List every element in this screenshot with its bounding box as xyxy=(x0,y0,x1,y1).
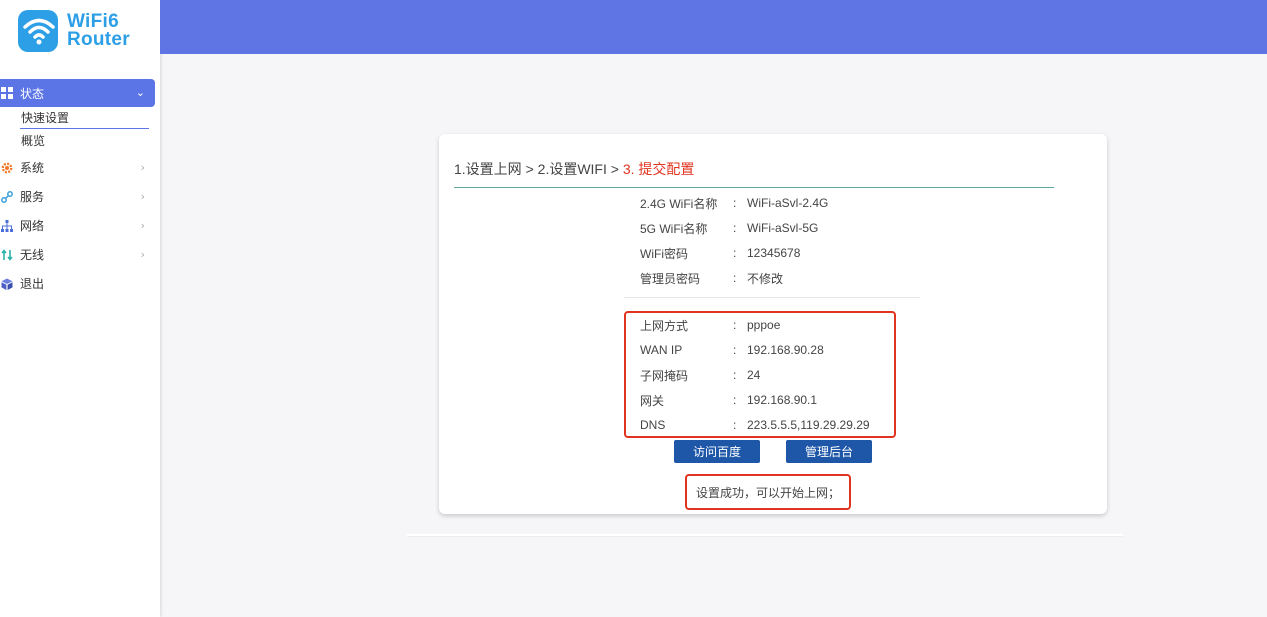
info-label: 2.4G WiFi名称 xyxy=(640,196,718,211)
sidebar: WiFi6 Router 状态 ⌄ 快速设置 概览 系统 › 服务 › 网络 ›… xyxy=(0,0,160,617)
info-separator: : xyxy=(733,418,737,432)
info-separator: : xyxy=(733,246,737,260)
info-value: 不修改 xyxy=(747,271,784,286)
info-row-subnet-mask: 子网掩码:24 xyxy=(640,365,760,385)
sidebar-item-label: 退出 xyxy=(20,277,45,291)
info-separator: : xyxy=(733,196,737,210)
gear-icon xyxy=(1,162,13,174)
step-3-current: 3. 提交配置 xyxy=(622,161,695,177)
step-1: 1.设置上网 xyxy=(454,161,522,177)
sidebar-item-label: 无线 xyxy=(20,248,45,262)
info-value: WiFi-aSvl-5G xyxy=(747,221,819,235)
sidebar-item-label: 服务 xyxy=(20,190,45,204)
dashboard-icon xyxy=(1,87,13,99)
info-row-wan-ip: WAN IP:192.168.90.28 xyxy=(640,340,824,360)
info-value: 192.168.90.28 xyxy=(747,343,824,357)
cube-icon xyxy=(1,278,13,290)
step-separator: > xyxy=(606,161,623,177)
info-row-gateway: 网关:192.168.90.1 xyxy=(640,390,817,410)
info-label: DNS xyxy=(640,418,666,432)
brand-text: WiFi6 Router xyxy=(66,12,130,50)
info-row-24g-ssid: 2.4G WiFi名称: WiFi-aSvl-2.4G xyxy=(640,193,828,213)
info-separator: : xyxy=(733,221,737,235)
info-row-5g-ssid: 5G WiFi名称: WiFi-aSvl-5G xyxy=(640,218,818,238)
visit-baidu-button[interactable]: 访问百度 xyxy=(674,440,760,463)
info-label: 5G WiFi名称 xyxy=(640,221,708,236)
content-bottom-divider xyxy=(407,534,1123,536)
sidebar-item-label: 网络 xyxy=(20,219,45,233)
info-separator: : xyxy=(733,318,737,332)
sidebar-item-service[interactable]: 服务 › xyxy=(0,182,155,211)
wifi-logo-icon xyxy=(18,10,58,52)
chevron-down-icon: ⌄ xyxy=(135,86,145,99)
chevron-right-icon: › xyxy=(140,161,145,174)
wireless-icon xyxy=(1,248,13,261)
section-divider xyxy=(624,297,920,298)
brand-line2: Router xyxy=(66,29,130,50)
chevron-right-icon: › xyxy=(140,219,145,232)
sidebar-subitem-overview[interactable]: 概览 xyxy=(0,130,155,153)
info-value: pppoe xyxy=(747,318,781,332)
steps-underline xyxy=(454,187,1054,188)
info-value: 12345678 xyxy=(747,246,801,260)
info-value: WiFi-aSvl-2.4G xyxy=(747,196,829,210)
sidebar-item-label: 系统 xyxy=(20,161,45,175)
step-separator: > xyxy=(521,161,538,177)
link-icon xyxy=(1,190,13,203)
info-value: 24 xyxy=(747,368,761,382)
info-row-dns: DNS:223.5.5.5,119.29.29.29 xyxy=(640,415,870,435)
info-label: 管理员密码 xyxy=(640,271,701,286)
info-separator: : xyxy=(733,343,737,357)
chevron-right-icon: › xyxy=(140,190,145,203)
info-row-wifi-password: WiFi密码:12345678 xyxy=(640,243,800,263)
success-message: 设置成功，可以开始上网； xyxy=(685,474,851,510)
info-separator: : xyxy=(733,393,737,407)
top-header-bar xyxy=(160,0,1267,54)
sidebar-subitem-quick-setup[interactable]: 快速设置 xyxy=(0,107,155,130)
sidebar-item-logout[interactable]: 退出 xyxy=(0,269,155,298)
info-value: 223.5.5.5,119.29.29.29 xyxy=(747,418,870,432)
sidebar-item-wireless[interactable]: 无线 › xyxy=(0,240,155,269)
sidebar-item-network[interactable]: 网络 › xyxy=(0,211,155,240)
sidebar-menu: 状态 ⌄ 快速设置 概览 系统 › 服务 › 网络 › 无线 › 退出 xyxy=(0,79,155,298)
info-label: 子网掩码 xyxy=(640,368,689,383)
info-label: 网关 xyxy=(640,393,665,408)
sidebar-item-status[interactable]: 状态 ⌄ xyxy=(0,79,155,107)
wizard-card: 1.设置上网 > 2.设置WIFI > 3. 提交配置 2.4G WiFi名称:… xyxy=(439,134,1107,514)
chevron-right-icon: › xyxy=(140,248,145,261)
info-label: WAN IP xyxy=(640,343,683,357)
admin-console-button[interactable]: 管理后台 xyxy=(786,440,872,463)
info-value: 192.168.90.1 xyxy=(747,393,818,407)
sidebar-item-label: 状态 xyxy=(20,86,45,101)
info-row-connection-type: 上网方式: pppoe xyxy=(640,315,780,335)
info-label: WiFi密码 xyxy=(640,246,688,261)
sidebar-item-system[interactable]: 系统 › xyxy=(0,153,155,182)
info-label: 上网方式 xyxy=(640,318,689,333)
info-separator: : xyxy=(733,368,737,382)
info-row-admin-password: 管理员密码: 不修改 xyxy=(640,268,783,288)
info-separator: : xyxy=(733,271,737,285)
wizard-steps: 1.设置上网 > 2.设置WIFI > 3. 提交配置 xyxy=(454,159,694,179)
step-2: 2.设置WIFI xyxy=(537,161,607,177)
logo: WiFi6 Router xyxy=(18,10,130,52)
network-icon xyxy=(1,219,13,232)
